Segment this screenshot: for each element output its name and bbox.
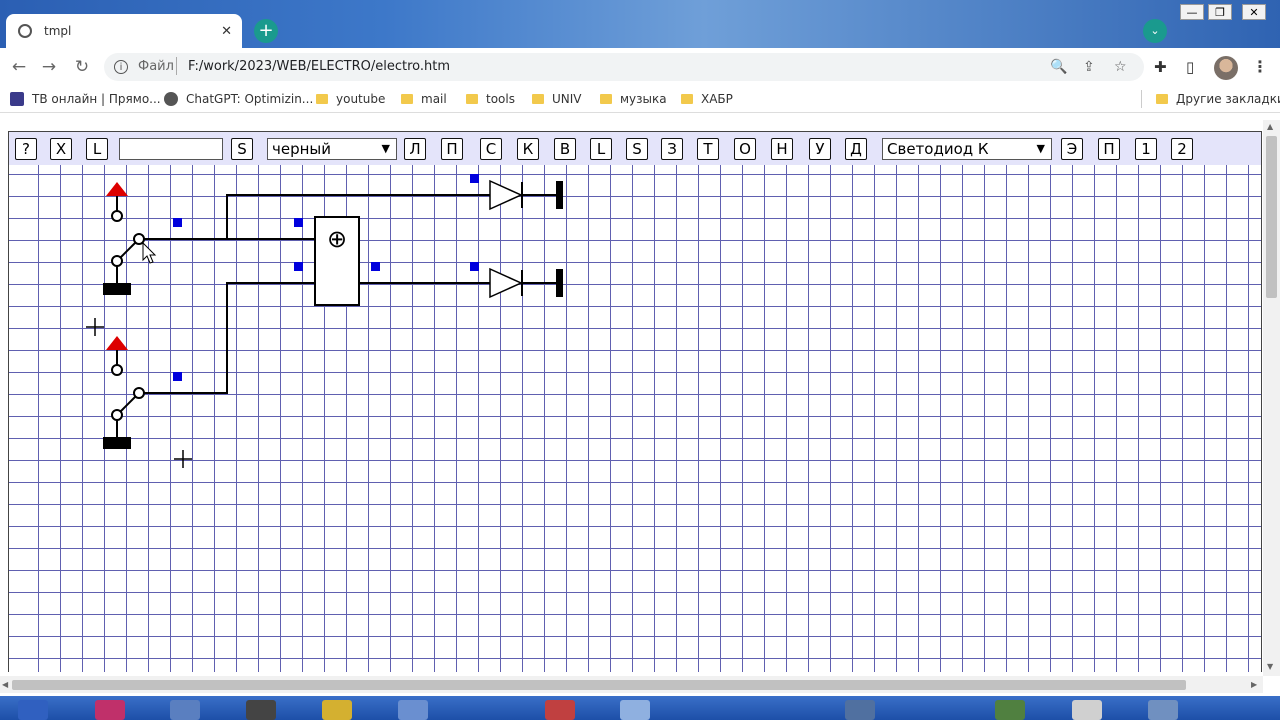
bookmark-tools[interactable]: tools — [466, 91, 515, 107]
taskbar-app-icon[interactable] — [170, 700, 200, 720]
s-button[interactable]: S — [231, 138, 253, 160]
bookmark-habr[interactable]: ХАБР — [681, 91, 733, 107]
scheme-label: Файл — [138, 59, 174, 74]
other-bookmarks[interactable]: Другие закладки — [1156, 91, 1280, 107]
zoom-icon[interactable]: 🔍 — [1050, 59, 1067, 75]
chevron-down-icon: ▼ — [1036, 142, 1045, 155]
info-icon[interactable]: i — [114, 60, 128, 74]
menu-icon[interactable]: ⋮ — [1252, 57, 1268, 76]
bookmark-mail[interactable]: mail — [401, 91, 447, 107]
taskbar-app-icon[interactable] — [995, 700, 1025, 720]
bookmark-label: музыка — [620, 92, 667, 106]
d-button[interactable]: Д — [845, 138, 867, 160]
close-icon[interactable]: ✕ — [221, 24, 232, 39]
bookmark-label: youtube — [336, 92, 386, 106]
s2-button[interactable]: S — [626, 138, 648, 160]
puzzle-icon[interactable]: ✚ — [1154, 58, 1167, 76]
avatar[interactable] — [1214, 56, 1238, 80]
bookmark-tv[interactable]: ТВ онлайн | Прямо... — [10, 91, 161, 107]
chevron-down-icon: ▼ — [381, 142, 390, 155]
taskbar-app-icon[interactable] — [246, 700, 276, 720]
e-button[interactable]: Э — [1061, 138, 1083, 160]
taskbar-app-icon[interactable] — [18, 700, 48, 720]
line-button[interactable]: Л — [404, 138, 426, 160]
bookmarks-separator — [1141, 90, 1142, 108]
bookmark-label: ТВ онлайн | Прямо... — [32, 92, 161, 106]
bookmark-youtube[interactable]: youtube — [316, 91, 385, 107]
minimize-button[interactable]: — — [1180, 4, 1204, 20]
bookmark-univ[interactable]: UNIV — [532, 91, 582, 107]
taskbar-app-icon[interactable] — [620, 700, 650, 720]
taskbar-app-icon[interactable] — [1148, 700, 1178, 720]
folder-icon — [532, 94, 544, 104]
browser-tab[interactable]: tmpl ✕ — [6, 14, 242, 48]
folder-icon — [681, 94, 693, 104]
folder-icon — [401, 94, 413, 104]
component-select-value: Светодиод К — [887, 140, 989, 158]
folder-icon — [316, 94, 328, 104]
bookmark-label: ChatGPT: Optimizin... — [186, 92, 314, 106]
scroll-right-icon[interactable]: ▶ — [1251, 680, 1257, 689]
url-separator — [176, 57, 177, 75]
k-button[interactable]: К — [517, 138, 539, 160]
text-input[interactable] — [119, 138, 223, 160]
v-button[interactable]: В — [554, 138, 576, 160]
star-icon[interactable]: ☆ — [1114, 59, 1127, 75]
share-icon[interactable]: ⇪ — [1083, 59, 1095, 75]
tab-title: tmpl — [44, 24, 72, 38]
bookmark-label: ХАБР — [701, 92, 733, 106]
circuit-canvas[interactable] — [8, 165, 1262, 672]
component-select[interactable]: Светодиод К ▼ — [882, 138, 1052, 160]
scroll-up-icon[interactable]: ▲ — [1267, 122, 1273, 131]
window-close-button[interactable]: ✕ — [1242, 4, 1266, 20]
reload-button[interactable]: ↻ — [71, 56, 93, 78]
url-text[interactable]: F:/work/2023/WEB/ELECTRO/electro.htm — [188, 59, 450, 74]
taskbar-app-icon[interactable] — [845, 700, 875, 720]
chatgpt-icon — [164, 92, 178, 106]
taskbar-app-icon[interactable] — [322, 700, 352, 720]
z-button[interactable]: З — [661, 138, 683, 160]
folder-icon — [466, 94, 478, 104]
scroll-left-icon[interactable]: ◀ — [2, 680, 8, 689]
side-panel-icon[interactable]: ▯ — [1186, 58, 1194, 76]
c-button[interactable]: С — [480, 138, 502, 160]
x-button[interactable]: X — [50, 138, 72, 160]
folder-icon — [600, 94, 612, 104]
vertical-scroll-thumb[interactable] — [1266, 136, 1277, 298]
color-select[interactable]: черный ▼ — [267, 138, 397, 160]
tv-icon — [10, 92, 24, 106]
color-select-value: черный — [272, 140, 332, 158]
two-button[interactable]: 2 — [1171, 138, 1193, 160]
editor-toolbar: ? X L S черный ▼ Л П С К В L S З Т О Н У… — [8, 131, 1262, 165]
l2-button[interactable]: L — [590, 138, 612, 160]
forward-button[interactable]: → — [38, 56, 60, 78]
new-tab-button[interactable]: + — [254, 19, 278, 43]
p-button[interactable]: П — [441, 138, 463, 160]
bookmark-label: UNIV — [552, 92, 582, 106]
scroll-down-icon[interactable]: ▼ — [1267, 662, 1273, 671]
t-button[interactable]: Т — [697, 138, 719, 160]
folder-icon — [1156, 94, 1168, 104]
help-button[interactable]: ? — [15, 138, 37, 160]
globe-icon — [18, 24, 32, 38]
bookmark-music[interactable]: музыка — [600, 91, 667, 107]
taskbar-app-icon[interactable] — [95, 700, 125, 720]
one-button[interactable]: 1 — [1135, 138, 1157, 160]
bookmark-label: tools — [486, 92, 515, 106]
o-button[interactable]: О — [734, 138, 756, 160]
tab-search-button[interactable]: ⌄ — [1143, 19, 1167, 43]
maximize-button[interactable]: ❐ — [1208, 4, 1232, 20]
taskbar-app-icon[interactable] — [1072, 700, 1102, 720]
back-button[interactable]: ← — [8, 56, 30, 78]
taskbar-app-icon[interactable] — [545, 700, 575, 720]
taskbar-app-icon[interactable] — [398, 700, 428, 720]
p2-button[interactable]: П — [1098, 138, 1120, 160]
bookmark-label: Другие закладки — [1176, 92, 1280, 106]
u-button[interactable]: У — [809, 138, 831, 160]
bookmark-chatgpt[interactable]: ChatGPT: Optimizin... — [164, 91, 313, 107]
n-button[interactable]: Н — [771, 138, 793, 160]
horizontal-scroll-thumb[interactable] — [12, 680, 1186, 690]
l-button[interactable]: L — [86, 138, 108, 160]
bookmark-label: mail — [421, 92, 447, 106]
